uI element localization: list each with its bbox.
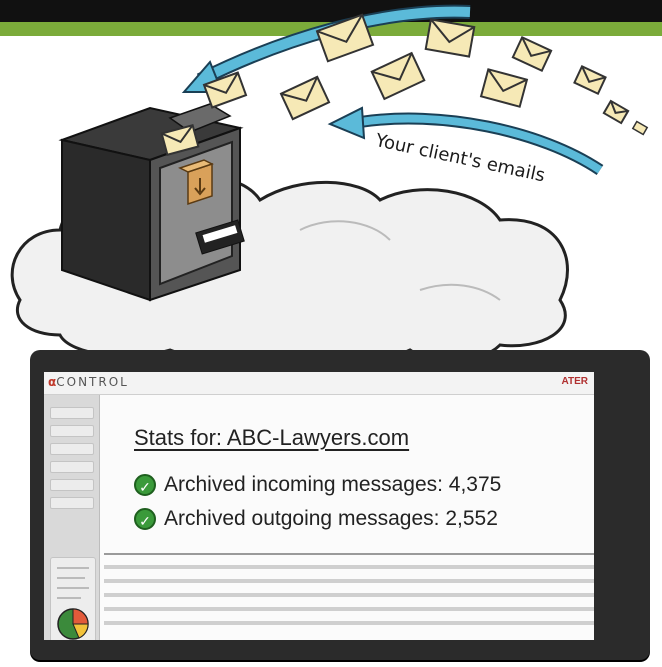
envelope-icon xyxy=(479,68,529,108)
app-logo[interactable]: αCONTROL xyxy=(48,375,129,389)
stat-outgoing: ✓ Archived outgoing messages: 2,552 xyxy=(134,507,498,531)
envelope-icon xyxy=(631,120,649,136)
envelope-icon xyxy=(424,18,476,58)
stat-outgoing-label: Archived outgoing messages: 2,552 xyxy=(164,507,498,530)
placeholder-row xyxy=(104,579,594,583)
placeholder-row xyxy=(104,565,594,569)
app-header: αCONTROL ATER xyxy=(44,372,594,395)
divider xyxy=(104,553,594,555)
stat-incoming: ✓ Archived incoming messages: 4,375 xyxy=(134,473,501,497)
envelope-icon xyxy=(602,99,630,125)
archive-box-icon xyxy=(58,103,245,302)
sidebar-item[interactable] xyxy=(50,497,94,509)
envelope-icon xyxy=(315,13,375,63)
placeholder-row xyxy=(104,621,594,625)
corner-label: ATER xyxy=(561,376,588,387)
placeholder-row xyxy=(104,593,594,597)
sidebar-item[interactable] xyxy=(50,461,94,473)
sidebar-item[interactable] xyxy=(50,407,94,419)
check-icon: ✓ xyxy=(134,474,156,496)
placeholder-row xyxy=(104,607,594,611)
envelope-icon xyxy=(511,35,553,73)
app-screen: αCONTROL ATER Stats for: ABC-Lawyers.com… xyxy=(44,372,594,640)
envelope-icon xyxy=(279,75,331,121)
sidebar-item[interactable] xyxy=(50,443,94,455)
sidebar-item[interactable] xyxy=(50,425,94,437)
sidebar xyxy=(44,395,100,640)
sidebar-item[interactable] xyxy=(50,479,94,491)
main-content: Stats for: ABC-Lawyers.com ✓ Archived in… xyxy=(104,395,594,640)
check-icon: ✓ xyxy=(134,508,156,530)
envelope-icon xyxy=(573,65,607,95)
pie-chart-icon xyxy=(57,567,89,640)
stats-title: Stats for: ABC-Lawyers.com xyxy=(134,425,410,450)
sidebar-widget xyxy=(50,557,96,640)
envelope-icon xyxy=(370,51,426,101)
stat-incoming-label: Archived incoming messages: 4,375 xyxy=(164,473,502,496)
